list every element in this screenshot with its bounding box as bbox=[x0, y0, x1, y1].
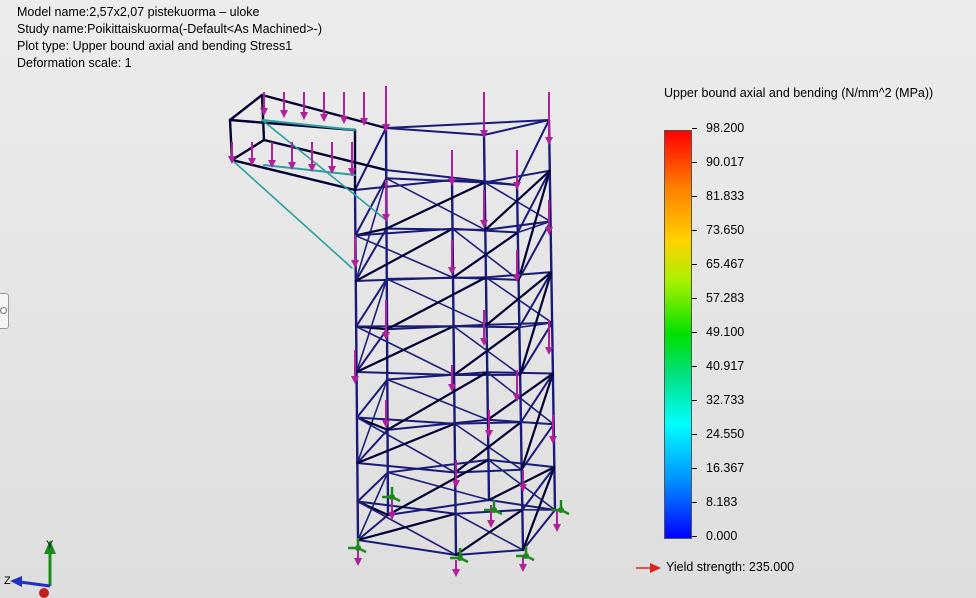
legend-tick-label: 98.200 bbox=[706, 121, 745, 135]
platform-member bbox=[228, 93, 264, 122]
triad-y-label: Y bbox=[46, 539, 54, 551]
downward-arrow-icon bbox=[382, 300, 390, 340]
downward-arrow-icon bbox=[513, 150, 521, 190]
downward-arrow-icon bbox=[452, 560, 460, 577]
side-panel-handle-icon[interactable] bbox=[0, 293, 9, 329]
legend-tick-label: 24.550 bbox=[706, 427, 745, 441]
yield-strength: Yield strength: 235.000 bbox=[636, 560, 794, 574]
frame-brace bbox=[356, 422, 456, 465]
frame-beam bbox=[385, 227, 487, 231]
legend-title: Upper bound axial and bending (N/mm^2 (M… bbox=[664, 86, 934, 100]
frame-brace bbox=[454, 508, 524, 557]
frame-brace bbox=[386, 378, 489, 421]
cantilever-brace bbox=[261, 119, 387, 221]
legend-tick-label: 90.017 bbox=[706, 155, 745, 169]
legend-tick bbox=[692, 502, 697, 503]
legend-colorbar bbox=[664, 130, 692, 539]
legend-tick bbox=[692, 162, 697, 163]
legend-tick bbox=[692, 230, 697, 231]
legend-tick-label: 8.183 bbox=[706, 495, 738, 509]
legend-tick bbox=[692, 196, 697, 197]
frame-beam bbox=[455, 549, 524, 556]
frame-column bbox=[547, 118, 557, 512]
frame-beam bbox=[354, 127, 387, 191]
downward-arrow-icon bbox=[382, 400, 390, 428]
legend-tick bbox=[692, 434, 697, 435]
frame-beam bbox=[355, 371, 456, 376]
legend-tick-label: 81.833 bbox=[706, 189, 745, 203]
downward-arrow-icon bbox=[545, 92, 553, 145]
platform-member bbox=[261, 119, 356, 131]
legend-tick bbox=[692, 332, 697, 333]
downward-arrow-icon bbox=[382, 86, 390, 132]
frame-structure[interactable] bbox=[228, 93, 557, 557]
frame-beam bbox=[519, 372, 554, 424]
downward-arrow-icon bbox=[308, 142, 316, 172]
frame-beam bbox=[522, 509, 556, 551]
legend-tick-label: 0.000 bbox=[706, 529, 738, 543]
downward-arrow-icon bbox=[388, 500, 396, 520]
downward-arrow-icon bbox=[280, 92, 288, 118]
orientation-triad: Y Z bbox=[4, 539, 56, 598]
frame-beam bbox=[520, 423, 555, 471]
platform-member bbox=[262, 138, 388, 172]
triad-z-label: Z bbox=[4, 575, 11, 587]
legend-tick-label: 16.367 bbox=[706, 461, 745, 475]
frame-beam bbox=[354, 179, 453, 191]
legend-tick bbox=[692, 536, 697, 537]
downward-arrow-icon bbox=[448, 240, 456, 275]
platform-member bbox=[230, 138, 266, 162]
downward-arrow-icon bbox=[320, 92, 328, 122]
legend-tick bbox=[692, 298, 697, 299]
frame-beam bbox=[355, 378, 389, 419]
frame-beam bbox=[355, 277, 388, 328]
legend-tick bbox=[692, 400, 697, 401]
downward-arrow-icon bbox=[351, 235, 359, 268]
downward-arrow-icon bbox=[340, 92, 348, 124]
cantilever-brace bbox=[231, 159, 353, 269]
legend-tick bbox=[692, 264, 697, 265]
yield-strength-label: Yield strength: 235.000 bbox=[666, 560, 795, 574]
legend-tick bbox=[692, 468, 697, 469]
frame-beam bbox=[385, 127, 485, 136]
legend-tick bbox=[692, 366, 697, 367]
fixtures bbox=[348, 487, 570, 564]
frame-brace bbox=[357, 471, 389, 541]
red-arrow-icon bbox=[636, 562, 661, 573]
legend-tick-label: 40.917 bbox=[706, 359, 745, 373]
legend-tick-label: 57.283 bbox=[706, 291, 745, 305]
legend-tick bbox=[692, 128, 697, 129]
legend-tick-label: 32.733 bbox=[706, 393, 745, 407]
fixed-support-icon bbox=[382, 487, 401, 503]
top-beam bbox=[385, 119, 550, 129]
legend-tick-label: 65.467 bbox=[706, 257, 745, 271]
downward-arrow-icon bbox=[553, 510, 561, 532]
downward-arrow-icon bbox=[480, 190, 488, 228]
downward-arrow-icon bbox=[480, 92, 488, 138]
downward-arrow-icon bbox=[268, 142, 276, 168]
legend-tick-label: 49.100 bbox=[706, 325, 745, 339]
legend-tick-label: 73.650 bbox=[706, 223, 745, 237]
